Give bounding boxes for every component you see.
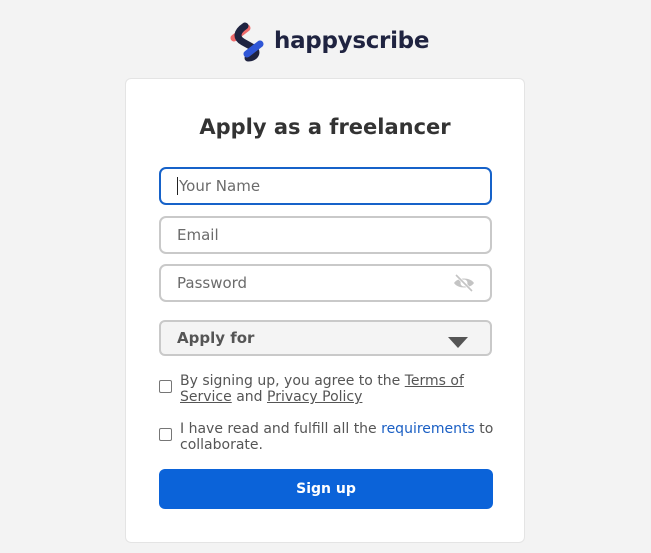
- happyscribe-logo[interactable]: happyscribe: [226, 20, 429, 62]
- email-input[interactable]: Email: [159, 216, 492, 254]
- password-placeholder: Password: [177, 274, 248, 292]
- password-input[interactable]: Password: [159, 264, 492, 302]
- happyscribe-logo-icon: [230, 22, 264, 62]
- signup-card: Apply as a freelancer Your Name Email Pa…: [125, 78, 525, 543]
- requirements-row: I have read and fulfill all the requirem…: [159, 421, 499, 453]
- apply-for-select[interactable]: Apply for: [159, 320, 492, 356]
- chevron-down-icon: [448, 334, 468, 352]
- requirements-link[interactable]: requirements: [381, 421, 475, 437]
- brand-name: happyscribe: [274, 28, 430, 54]
- sign-up-button[interactable]: Sign up: [159, 469, 493, 509]
- name-placeholder: Your Name: [179, 177, 261, 195]
- text-caret: [177, 177, 178, 195]
- terms-text: By signing up, you agree to the Terms of…: [180, 373, 499, 405]
- email-placeholder: Email: [177, 226, 219, 244]
- terms-row: By signing up, you agree to the Terms of…: [159, 373, 499, 405]
- apply-for-label: Apply for: [177, 329, 255, 347]
- eye-slash-icon[interactable]: [452, 273, 476, 296]
- terms-prefix: By signing up, you agree to the: [180, 373, 405, 389]
- name-input[interactable]: Your Name: [159, 167, 492, 205]
- requirements-prefix: I have read and fulfill all the: [180, 421, 382, 437]
- requirements-text: I have read and fulfill all the requirem…: [180, 421, 499, 453]
- privacy-policy-link[interactable]: Privacy Policy: [267, 389, 362, 405]
- terms-checkbox[interactable]: [159, 380, 172, 393]
- requirements-checkbox[interactable]: [159, 428, 172, 441]
- page-title: Apply as a freelancer: [199, 115, 451, 139]
- terms-middle: and: [231, 389, 267, 405]
